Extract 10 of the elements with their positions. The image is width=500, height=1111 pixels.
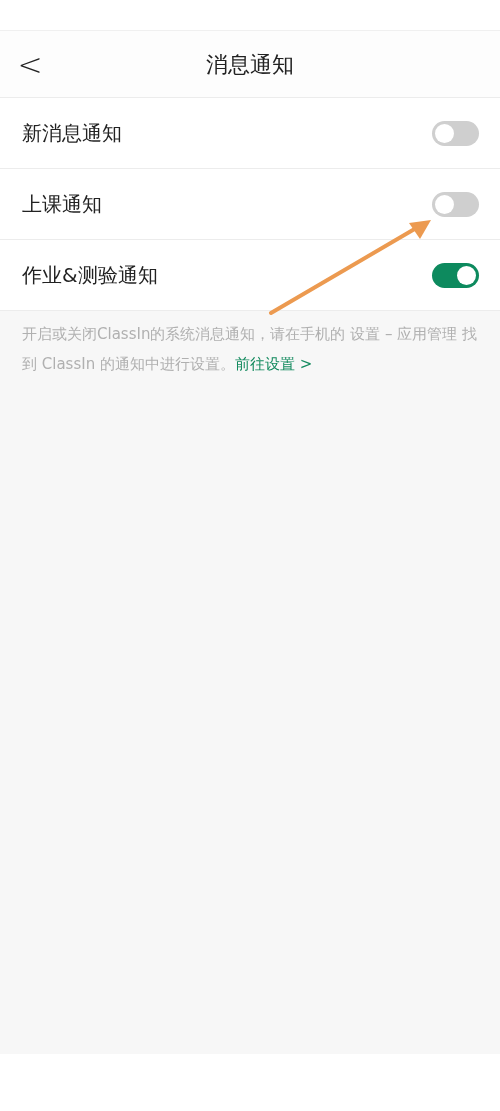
toggle-switch[interactable] — [432, 191, 479, 217]
setting-label: 上课通知 — [22, 191, 102, 218]
setting-label: 作业&测验通知 — [22, 262, 158, 289]
setting-label: 新消息通知 — [22, 120, 122, 147]
settings-link[interactable]: 前往设置 > — [234, 355, 313, 373]
back-button[interactable]: < — [12, 45, 48, 85]
toggle-switch[interactable] — [432, 120, 479, 146]
notification-hint: 开启或关闭ClassIn的系统消息通知，请在手机的 设置 – 应用管理 找到 ClassIn 的通知中进行设置。前往设置 > — [22, 324, 478, 375]
toggle-switch[interactable] — [432, 262, 479, 288]
page-title: 消息通知 — [206, 52, 294, 77]
